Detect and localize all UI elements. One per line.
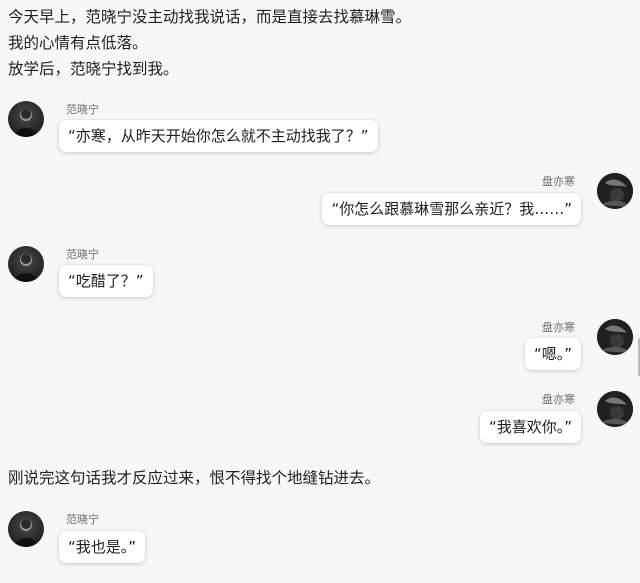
person-photo-icon [14, 109, 38, 137]
person-photo-icon [597, 173, 633, 209]
message-bubble[interactable]: “我也是。” [59, 531, 146, 563]
avatar[interactable] [8, 101, 44, 137]
sender-name: 范晓宁 [66, 513, 99, 526]
sender-name: 范晓宁 [66, 248, 99, 261]
person-photo-icon [14, 254, 38, 282]
avatar[interactable] [597, 319, 633, 355]
person-photo-icon [597, 319, 633, 355]
narration-line: 刚说完这句话我才反应过来，恨不得找个地缝钻进去。 [8, 469, 381, 487]
avatar[interactable] [597, 391, 633, 427]
avatar[interactable] [8, 246, 44, 282]
sender-name: 盘亦寒 [542, 321, 575, 334]
person-photo-icon [14, 519, 38, 547]
avatar[interactable] [8, 511, 44, 547]
narration-line: 放学后，范晓宁找到我。 [8, 60, 179, 78]
message-bubble[interactable]: “吃醋了？” [59, 265, 153, 297]
person-photo-icon [597, 391, 633, 427]
message-bubble[interactable]: “你怎么跟慕琳雪那么亲近？我……” [322, 193, 581, 225]
sender-name: 盘亦寒 [542, 393, 575, 406]
chat-story-view: 今天早上，范晓宁没主动找我说话，而是直接去找慕琳雪。 我的心情有点低落。 放学后… [0, 0, 640, 583]
sender-name: 盘亦寒 [542, 175, 575, 188]
avatar[interactable] [597, 173, 633, 209]
narration-line: 我的心情有点低落。 [8, 34, 148, 52]
message-bubble[interactable]: “亦寒，从昨天开始你怎么就不主动找我了？” [59, 120, 378, 152]
narration-line: 今天早上，范晓宁没主动找我说话，而是直接去找慕琳雪。 [8, 8, 412, 26]
message-bubble[interactable]: “嗯。” [524, 338, 581, 370]
sender-name: 范晓宁 [66, 103, 99, 116]
message-bubble[interactable]: “我喜欢你。” [479, 411, 581, 443]
